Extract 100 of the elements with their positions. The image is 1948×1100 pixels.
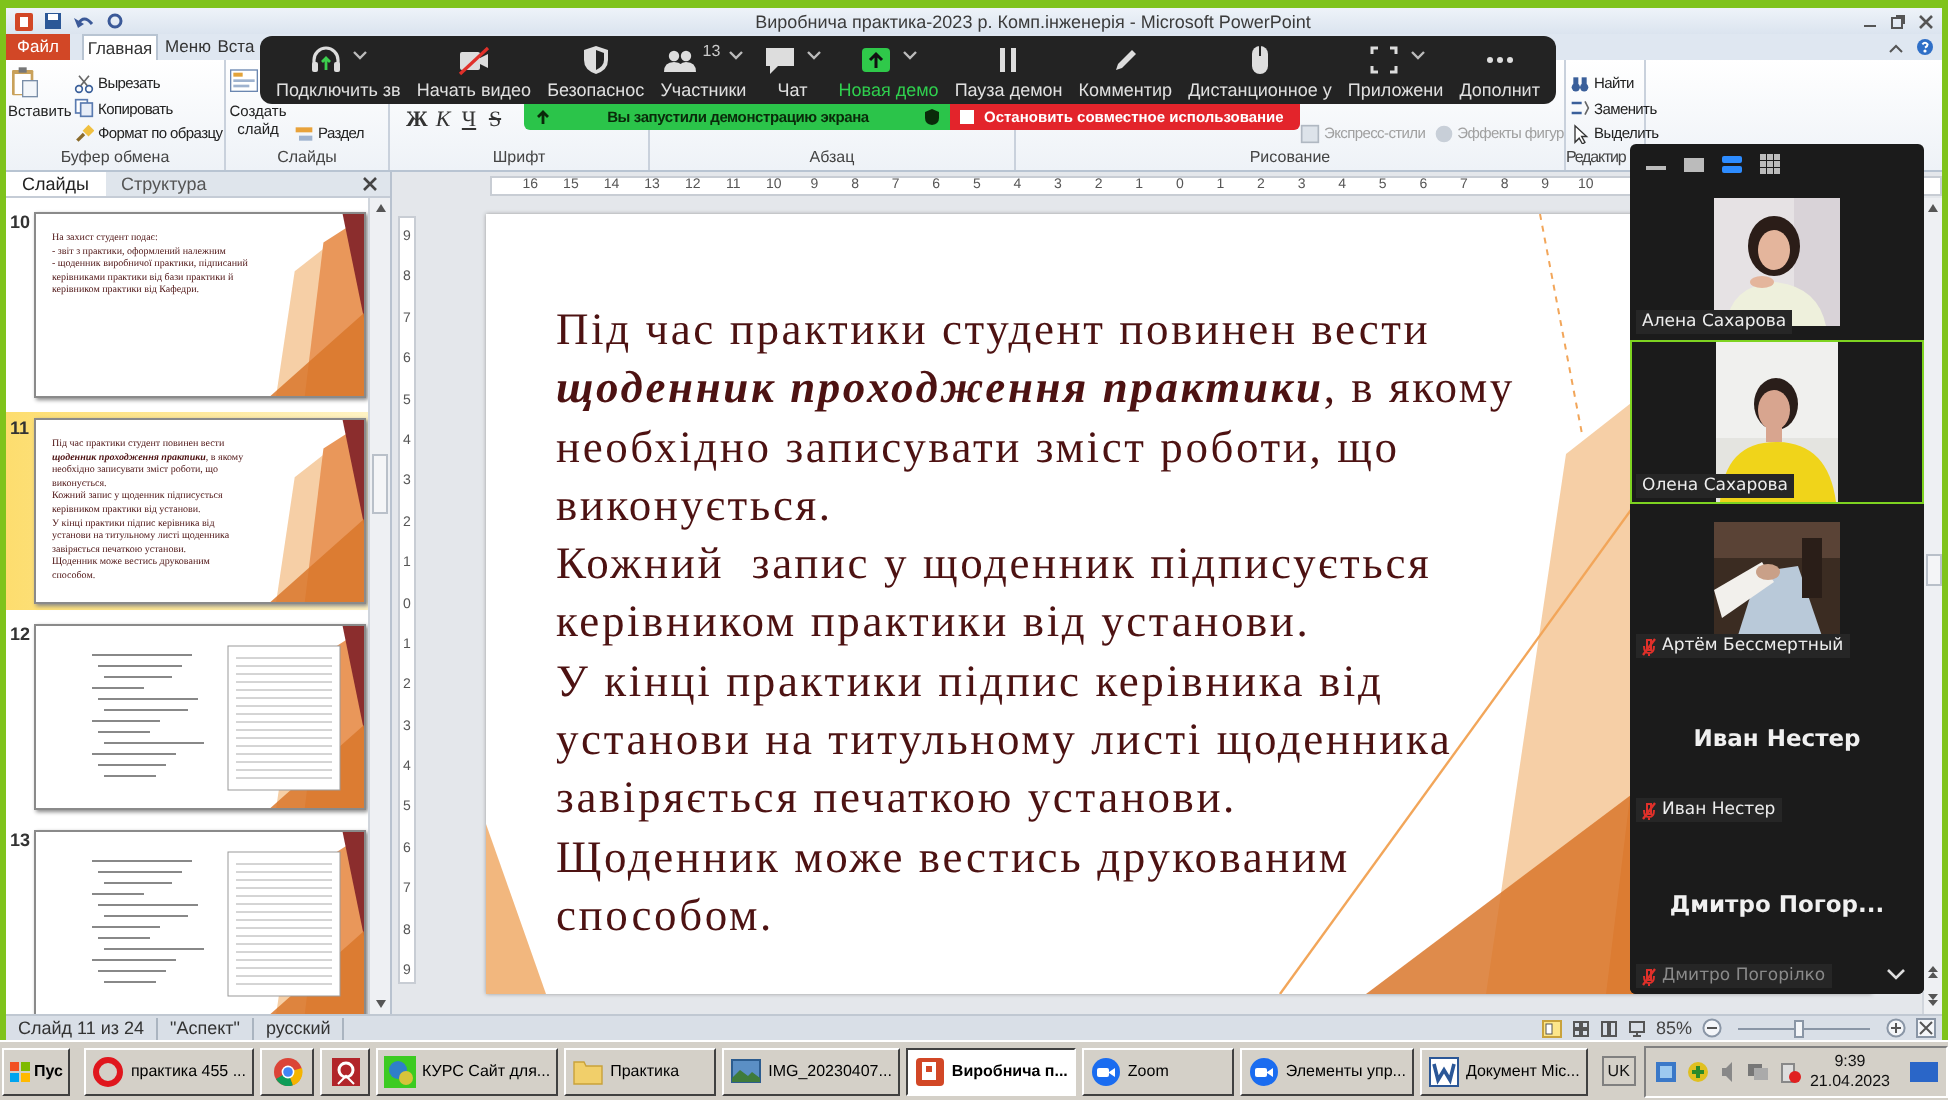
slide-text: Щоденник може вестись друкованим способом.	[556, 829, 1352, 944]
format-button[interactable]: Ж	[406, 108, 428, 132]
participant-name: Алена Сахарова	[1642, 312, 1787, 332]
stop-icon	[960, 110, 974, 124]
toolbar-button[interactable]: 13 Участники	[656, 41, 751, 99]
format-button[interactable]: S	[484, 108, 506, 132]
normal-view-icon[interactable]	[1541, 1019, 1562, 1037]
collapse-icon[interactable]	[1888, 41, 1904, 53]
slide-thumbnail[interactable]	[34, 624, 366, 810]
network-computers-icon[interactable]	[1745, 1059, 1770, 1083]
slideshow-icon[interactable]	[1627, 1019, 1646, 1037]
brush-icon	[74, 123, 94, 144]
taskbar-button[interactable]	[320, 1047, 370, 1095]
clock-date: 21.04.2023	[1809, 1071, 1890, 1091]
single-view-icon[interactable]	[1684, 154, 1704, 174]
reading-view-icon[interactable]	[1599, 1019, 1618, 1037]
binoculars-icon	[1570, 73, 1590, 94]
slide-number: 12	[10, 624, 28, 648]
scroll-up-icon[interactable]	[373, 202, 387, 214]
toolbar-button[interactable]: Новая демо	[834, 41, 943, 99]
participant-display-name: Иван Нестер	[1693, 724, 1861, 752]
scissors-icon	[74, 73, 94, 94]
group-label: Абзац	[807, 148, 857, 170]
slide-text: У кінці практики підпис керівника від установи на титульному листі щоденника завіряється печаткою установи.	[556, 653, 1455, 827]
ribbon-tab[interactable]: Главная	[82, 34, 158, 60]
video-off-icon	[455, 41, 492, 77]
taskbar-button[interactable]: практика 455 ...	[84, 1047, 254, 1095]
slide-thumbnail[interactable]	[34, 830, 366, 1014]
ribbon-tab[interactable]: Меню	[164, 34, 212, 60]
page-arrows-icon[interactable]	[1926, 966, 1940, 1006]
pane-tab[interactable]: Структура	[105, 172, 223, 196]
file-tab[interactable]: Файл	[6, 34, 70, 60]
toolbar-button[interactable]: Начать видео	[412, 41, 536, 99]
caret-icon[interactable]	[728, 49, 745, 61]
window-title: Виробнича практика-2023 р. Комп.інженерія - Microsoft PowerPoint	[753, 11, 1313, 31]
taskbar-button[interactable]: КУРС Сайт для...	[376, 1047, 559, 1095]
language-indicator: UK	[1601, 1056, 1636, 1086]
zoom-slider-thumb[interactable]	[1793, 1019, 1804, 1037]
scrollbar-thumb[interactable]	[372, 454, 388, 514]
clipboard-icon[interactable]	[8, 66, 40, 98]
restore-icon[interactable]	[1890, 13, 1906, 29]
taskbar-button[interactable]: Практика	[564, 1047, 717, 1095]
slide-icon[interactable]	[228, 66, 260, 98]
zoom-in-icon[interactable]	[1886, 1018, 1906, 1038]
toolbar-button[interactable]: Безопаснос	[543, 41, 649, 99]
opera-icon	[92, 1055, 125, 1087]
taskbar-button[interactable]: IMG_20230407...	[722, 1047, 900, 1095]
format-button[interactable]: Ч	[458, 108, 480, 132]
slide-text: Кожний запис у щоденник підписується керівником практики від установи.	[556, 536, 1434, 651]
chevron-down-icon[interactable]	[1886, 968, 1906, 980]
update-icon[interactable]	[1685, 1059, 1710, 1083]
camera-icon	[1247, 1055, 1280, 1087]
show-desktop-icon[interactable]	[1910, 1061, 1938, 1081]
toolbar-button[interactable]: Пауза демон	[950, 41, 1067, 99]
zoom-out-icon[interactable]	[1702, 1018, 1722, 1038]
cursor-icon	[1570, 123, 1590, 144]
toolbar-button[interactable]: Чат	[758, 41, 827, 99]
word-icon	[1427, 1055, 1460, 1087]
pane-tab[interactable]: Слайды	[6, 172, 106, 196]
sorter-view-icon[interactable]	[1571, 1019, 1590, 1037]
caret-icon[interactable]	[1409, 49, 1426, 61]
taskbar-button[interactable]: Документ Mic...	[1419, 1047, 1588, 1095]
close-icon[interactable]	[362, 176, 378, 192]
help-icon[interactable]	[1916, 38, 1934, 56]
shield-icon	[924, 108, 940, 126]
participant-count: 13	[702, 41, 721, 59]
caret-icon[interactable]	[806, 49, 823, 61]
participant-name: Артём Бессмертный	[1662, 636, 1844, 656]
save-icon[interactable]	[44, 12, 62, 30]
start-button[interactable]: Пус	[2, 1047, 71, 1095]
format-button[interactable]: К	[432, 108, 454, 132]
toolbar-button[interactable]: Дополнит	[1455, 41, 1544, 99]
scroll-down-icon[interactable]	[373, 998, 387, 1010]
headphones-icon	[308, 41, 345, 77]
scrollbar-thumb[interactable]	[1925, 554, 1941, 586]
toolbar-button[interactable]: Приложени	[1343, 41, 1448, 99]
caret-icon[interactable]	[352, 49, 369, 61]
scroll-up-icon[interactable]	[1926, 202, 1940, 214]
copy-icon	[74, 98, 94, 119]
toolbar-button[interactable]: Дистанционное у	[1184, 41, 1336, 99]
taskbar-button[interactable]: Zoom	[1081, 1047, 1234, 1095]
group-label: Рисование	[1247, 148, 1333, 170]
taskbar-button[interactable]	[260, 1047, 314, 1095]
undo-icon[interactable]	[72, 12, 96, 30]
grid-view-icon[interactable]	[1760, 154, 1780, 174]
taskbar-button[interactable]: Элементы упр...	[1239, 1047, 1414, 1095]
toolbar-button[interactable]: Комментир	[1074, 41, 1177, 99]
camera-icon	[1089, 1055, 1122, 1087]
alert-icon[interactable]	[1777, 1059, 1802, 1083]
close-icon[interactable]	[1918, 13, 1934, 29]
slide-thumbnail[interactable]	[34, 418, 366, 604]
apps-icon	[1365, 41, 1402, 77]
toolbar-button[interactable]: Подключить зв	[272, 41, 405, 99]
group-label: Шрифт	[490, 148, 548, 170]
ribbon-tab[interactable]: Вста	[216, 34, 256, 60]
taskbar-button[interactable]: Виробнича п...	[905, 1047, 1076, 1095]
caret-icon[interactable]	[902, 49, 919, 61]
slide-text: Під час практики студент повинен вести щоденник проходження практики, в якому необхідно записувати зміст роботи, що виконується.	[556, 302, 1517, 534]
fit-window-icon[interactable]	[1916, 1018, 1936, 1038]
strip-view-icon[interactable]	[1722, 154, 1742, 174]
